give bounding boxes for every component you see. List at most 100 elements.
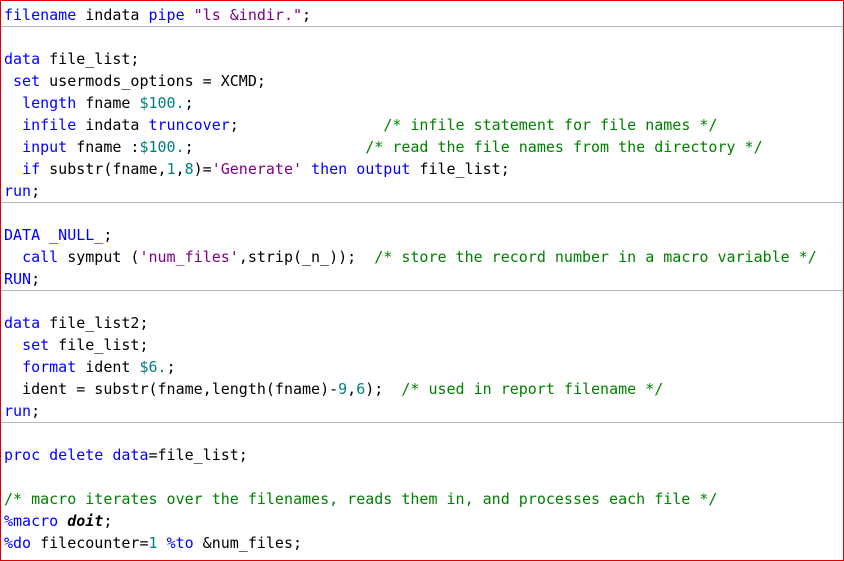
code-token-kw: proc bbox=[4, 446, 41, 464]
code-token-plain: indata bbox=[76, 116, 149, 134]
code-line: data file_list; bbox=[1, 48, 843, 70]
code-token-plain: ; bbox=[184, 94, 194, 112]
code-token-plain: &num_files; bbox=[193, 534, 303, 552]
code-line: RUN; bbox=[1, 268, 843, 291]
code-token-num: 1 bbox=[148, 534, 158, 552]
code-token-kw: data bbox=[112, 446, 149, 464]
code-token-kw: RUN bbox=[4, 270, 32, 288]
code-token-kw: then bbox=[311, 160, 348, 178]
code-token-kw: call bbox=[22, 248, 59, 266]
code-line: infile indata truncover; /* infile state… bbox=[1, 114, 843, 136]
code-token-plain: ; bbox=[31, 182, 41, 200]
code-line bbox=[1, 26, 843, 48]
code-token-plain: filecounter= bbox=[31, 534, 149, 552]
code-token-kw: infile bbox=[22, 116, 77, 134]
code-line: format ident $6.; bbox=[1, 356, 843, 378]
code-token-kw: data bbox=[4, 50, 41, 68]
code-token-num: $6. bbox=[139, 358, 167, 376]
code-token-kw: run bbox=[4, 182, 32, 200]
code-token-plain: ident bbox=[76, 358, 140, 376]
code-token-plain: =file_list; bbox=[148, 446, 248, 464]
code-line bbox=[1, 466, 843, 488]
code-token-cmt: /* store the record number in a macro va… bbox=[374, 248, 817, 266]
code-token-num: $100. bbox=[139, 94, 185, 112]
code-token-kw: truncover bbox=[148, 116, 230, 134]
code-line: filename indata pipe "ls &indir."; bbox=[1, 4, 843, 27]
code-token-plain: fname : bbox=[67, 138, 140, 156]
code-editor[interactable]: filename indata pipe "ls &indir."; data … bbox=[1, 1, 843, 554]
code-token-kw: output bbox=[356, 160, 411, 178]
code-line: run; bbox=[1, 180, 843, 203]
code-token-cmt: /* infile statement for file names */ bbox=[383, 116, 718, 134]
code-token-kw: input bbox=[22, 138, 68, 156]
code-token-cmt: /* used in report filename */ bbox=[401, 380, 664, 398]
code-token-kw: run bbox=[4, 402, 32, 420]
code-token-kw: if bbox=[22, 160, 41, 178]
code-line: %do filecounter=1 %to &num_files; bbox=[1, 532, 843, 554]
code-token-str: 'num_files' bbox=[139, 248, 239, 266]
code-line: DATA _NULL_; bbox=[1, 224, 843, 246]
code-token-num: 8 bbox=[184, 160, 194, 178]
code-token-plain: file_list2; bbox=[40, 314, 149, 332]
code-token-cmt: /* macro iterates over the filenames, re… bbox=[4, 490, 718, 508]
code-line: if substr(fname,1,8)='Generate' then out… bbox=[1, 158, 843, 180]
code-token-plain: file_list; bbox=[49, 336, 149, 354]
code-line: %macro doit; bbox=[1, 510, 843, 532]
code-line: /* macro iterates over the filenames, re… bbox=[1, 488, 843, 510]
code-token-str: 'Generate' bbox=[211, 160, 303, 178]
code-token-num: $100. bbox=[139, 138, 185, 156]
code-token-str: "ls &indir." bbox=[193, 6, 303, 24]
code-token-plain: , bbox=[175, 160, 185, 178]
code-token-plain: symput ( bbox=[58, 248, 140, 266]
code-token-kw: set bbox=[13, 72, 41, 90]
code-line: input fname :$100.; /* read the file nam… bbox=[1, 136, 843, 158]
code-token-plain: ; bbox=[31, 402, 41, 420]
code-token-kw: delete bbox=[49, 446, 104, 464]
code-token-kw: data bbox=[4, 314, 41, 332]
code-token-plain: ,strip(_n_)); bbox=[238, 248, 375, 266]
code-token-plain: ident = substr(fname,length(fname)- bbox=[4, 380, 339, 398]
code-token-plain: ; bbox=[184, 138, 366, 156]
code-token-mname: doit bbox=[67, 512, 104, 530]
code-line bbox=[1, 290, 843, 312]
code-token-plain: file_list; bbox=[40, 50, 140, 68]
code-token-kw: pipe bbox=[148, 6, 185, 24]
code-token-kw: set bbox=[22, 336, 50, 354]
code-line: call symput ('num_files',strip(_n_)); /*… bbox=[1, 246, 843, 268]
code-token-cmt: /* read the file names from the director… bbox=[365, 138, 763, 156]
code-token-macro: %to bbox=[166, 534, 194, 552]
code-token-num: 1 bbox=[166, 160, 176, 178]
code-editor-window: filename indata pipe "ls &indir."; data … bbox=[0, 0, 844, 561]
code-token-macro: %do bbox=[4, 534, 32, 552]
code-line: data file_list2; bbox=[1, 312, 843, 334]
code-token-plain: ; bbox=[166, 358, 176, 376]
code-line: set usermods_options = XCMD; bbox=[1, 70, 843, 92]
code-line: proc delete data=file_list; bbox=[1, 444, 843, 466]
code-token-plain: ; bbox=[31, 270, 41, 288]
code-token-kw: format bbox=[22, 358, 77, 376]
code-token-num: 6 bbox=[356, 380, 366, 398]
code-token-macro: %macro bbox=[4, 512, 59, 530]
code-line: ident = substr(fname,length(fname)-9,6);… bbox=[1, 378, 843, 400]
code-token-plain: usermods_options = XCMD; bbox=[40, 72, 266, 90]
code-token-plain: )= bbox=[193, 160, 212, 178]
code-token-plain: indata bbox=[76, 6, 149, 24]
code-token-kw: length bbox=[22, 94, 77, 112]
code-token-plain: fname bbox=[76, 94, 140, 112]
